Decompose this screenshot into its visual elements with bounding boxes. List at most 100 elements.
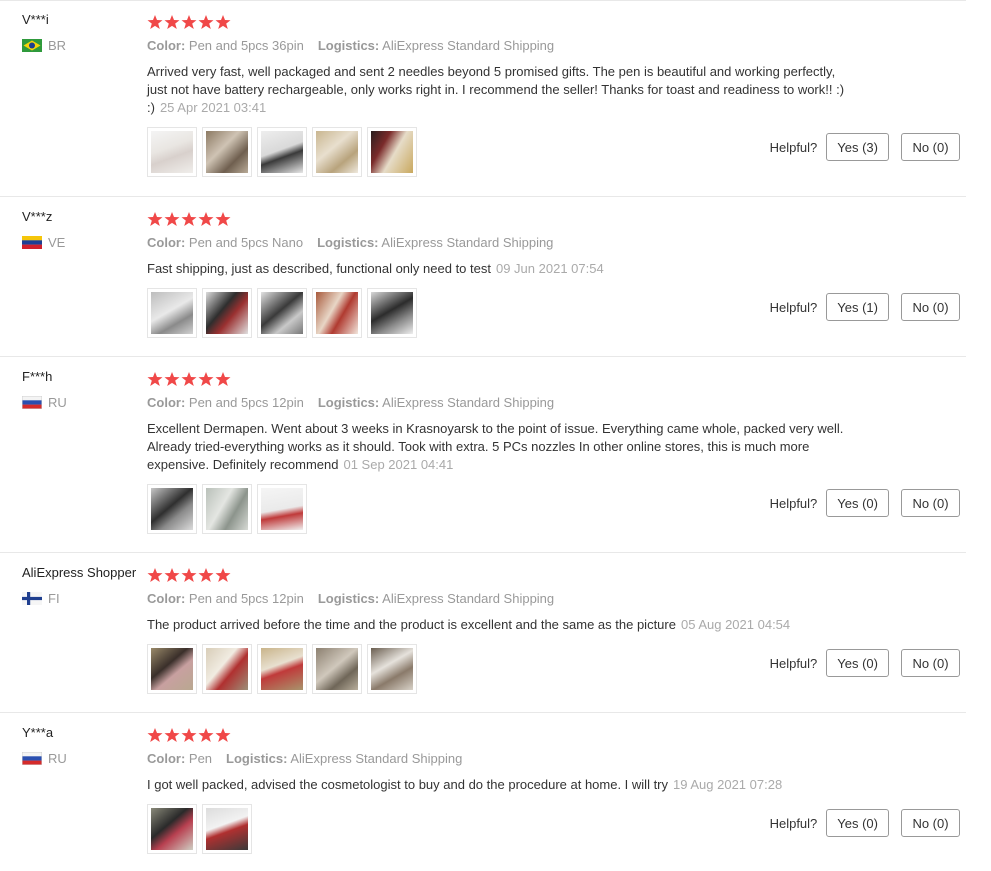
review-photos bbox=[147, 288, 847, 338]
star-icon bbox=[164, 15, 180, 29]
review-photos bbox=[147, 127, 847, 177]
review-text: Arrived very fast, well packaged and sen… bbox=[147, 63, 847, 117]
review-photos bbox=[147, 804, 847, 854]
review-body: Color: Pen and 5pcs Nano Logistics: AliEx… bbox=[147, 211, 847, 338]
reviewer-info: V***i BR bbox=[22, 12, 66, 53]
star-icon bbox=[164, 212, 180, 226]
review-photo[interactable] bbox=[257, 127, 307, 177]
helpful-label: Helpful? bbox=[769, 655, 818, 671]
review-photo[interactable] bbox=[312, 288, 362, 338]
star-icon bbox=[198, 212, 214, 226]
order-info: Color: Pen and 5pcs 36pin Logistics: AliE… bbox=[147, 38, 847, 53]
review-photo[interactable] bbox=[367, 288, 417, 338]
reviewer-name: Y***a bbox=[22, 725, 54, 740]
review-photo[interactable] bbox=[202, 127, 252, 177]
star-rating bbox=[147, 567, 847, 583]
review-content: I got well packed, advised the cosmetolo… bbox=[147, 777, 669, 792]
review-text: The product arrived before the time and … bbox=[147, 616, 847, 634]
review-body: Color: Pen and 5pcs 12pin Logistics: AliE… bbox=[147, 371, 847, 534]
review-item: V***i BR Color: Pen and 5pcs 36pin Logist… bbox=[0, 0, 966, 197]
review-body: Color: Pen and 5pcs 12pin Logistics: AliE… bbox=[147, 567, 847, 694]
star-rating bbox=[147, 211, 847, 227]
review-photo[interactable] bbox=[257, 288, 307, 338]
logistics-value: AliExpress Standard Shipping bbox=[382, 395, 555, 410]
star-icon bbox=[181, 568, 197, 582]
star-icon bbox=[147, 212, 163, 226]
review-date: 05 Aug 2021 04:54 bbox=[680, 617, 791, 632]
star-icon bbox=[164, 372, 180, 386]
review-photo[interactable] bbox=[257, 484, 307, 534]
yes-vote-button[interactable]: Yes (0) bbox=[826, 809, 889, 837]
reviewer-info: AliExpress Shopper FI bbox=[22, 565, 136, 606]
star-icon bbox=[181, 15, 197, 29]
review-content: Fast shipping, just as described, functi… bbox=[147, 261, 491, 276]
order-info: Color: Pen Logistics: AliExpress Standard… bbox=[147, 751, 847, 766]
reviewer-name: F***h bbox=[22, 369, 53, 384]
review-content: Excellent Dermapen. Went about 3 weeks i… bbox=[147, 421, 844, 472]
star-icon bbox=[215, 15, 231, 29]
yes-vote-button[interactable]: Yes (1) bbox=[826, 293, 889, 321]
logistics-label: Logistics: bbox=[317, 235, 379, 250]
helpful-label: Helpful? bbox=[769, 139, 818, 155]
review-photo[interactable] bbox=[147, 804, 197, 854]
star-icon bbox=[147, 372, 163, 386]
reviewer-country: VE bbox=[22, 235, 65, 250]
logistics-value: AliExpress Standard Shipping bbox=[290, 751, 463, 766]
review-photos bbox=[147, 484, 847, 534]
star-icon bbox=[147, 15, 163, 29]
reviewer-name: V***i bbox=[22, 12, 49, 27]
star-icon bbox=[181, 372, 197, 386]
reviewer-name: V***z bbox=[22, 209, 53, 224]
review-photo[interactable] bbox=[202, 484, 252, 534]
country-code: VE bbox=[48, 235, 66, 250]
review-photo[interactable] bbox=[202, 804, 252, 854]
helpful-votes: Helpful? Yes (0) No (0) bbox=[770, 489, 960, 517]
russia-flag-icon bbox=[22, 752, 42, 765]
star-icon bbox=[198, 372, 214, 386]
review-text: I got well packed, advised the cosmetolo… bbox=[147, 776, 847, 794]
russia-flag-icon bbox=[22, 396, 42, 409]
review-photo[interactable] bbox=[367, 127, 417, 177]
star-icon bbox=[164, 568, 180, 582]
no-vote-button[interactable]: No (0) bbox=[901, 489, 960, 517]
no-vote-button[interactable]: No (0) bbox=[901, 133, 960, 161]
review-photo[interactable] bbox=[147, 288, 197, 338]
review-photo[interactable] bbox=[147, 484, 197, 534]
star-rating bbox=[147, 371, 847, 387]
no-vote-button[interactable]: No (0) bbox=[901, 293, 960, 321]
helpful-votes: Helpful? Yes (0) No (0) bbox=[770, 809, 960, 837]
review-item: Y***a RU Color: Pen Logistics: AliExpress… bbox=[0, 713, 966, 871]
review-photo[interactable] bbox=[257, 644, 307, 694]
star-icon bbox=[215, 372, 231, 386]
color-value: Pen and 5pcs 12pin bbox=[188, 395, 304, 410]
review-photo[interactable] bbox=[202, 644, 252, 694]
color-value: Pen and 5pcs 36pin bbox=[188, 38, 304, 53]
review-photo[interactable] bbox=[147, 127, 197, 177]
star-icon bbox=[164, 728, 180, 742]
yes-vote-button[interactable]: Yes (0) bbox=[826, 489, 889, 517]
review-photo[interactable] bbox=[312, 127, 362, 177]
order-info: Color: Pen and 5pcs 12pin Logistics: AliE… bbox=[147, 591, 847, 606]
review-date: 19 Aug 2021 07:28 bbox=[673, 777, 783, 792]
reviewer-country: RU bbox=[22, 751, 67, 766]
logistics-value: AliExpress Standard Shipping bbox=[382, 591, 555, 606]
reviewer-info: V***z VE bbox=[22, 209, 65, 250]
reviewer-info: Y***a RU bbox=[22, 725, 67, 766]
reviewer-country: RU bbox=[22, 395, 67, 410]
review-photo[interactable] bbox=[147, 644, 197, 694]
color-label: Color: bbox=[147, 235, 186, 250]
logistics-label: Logistics: bbox=[317, 395, 380, 410]
review-photo[interactable] bbox=[312, 644, 362, 694]
review-body: Color: Pen Logistics: AliExpress Standard… bbox=[147, 727, 847, 854]
color-label: Color: bbox=[147, 38, 186, 53]
review-photo[interactable] bbox=[202, 288, 252, 338]
yes-vote-button[interactable]: Yes (3) bbox=[826, 133, 889, 161]
no-vote-button[interactable]: No (0) bbox=[901, 649, 960, 677]
review-photo[interactable] bbox=[367, 644, 417, 694]
yes-vote-button[interactable]: Yes (0) bbox=[826, 649, 889, 677]
star-icon bbox=[215, 212, 231, 226]
logistics-value: AliExpress Standard Shipping bbox=[382, 38, 555, 53]
color-value: Pen bbox=[188, 751, 213, 766]
order-info: Color: Pen and 5pcs Nano Logistics: AliEx… bbox=[147, 235, 847, 250]
no-vote-button[interactable]: No (0) bbox=[901, 809, 960, 837]
